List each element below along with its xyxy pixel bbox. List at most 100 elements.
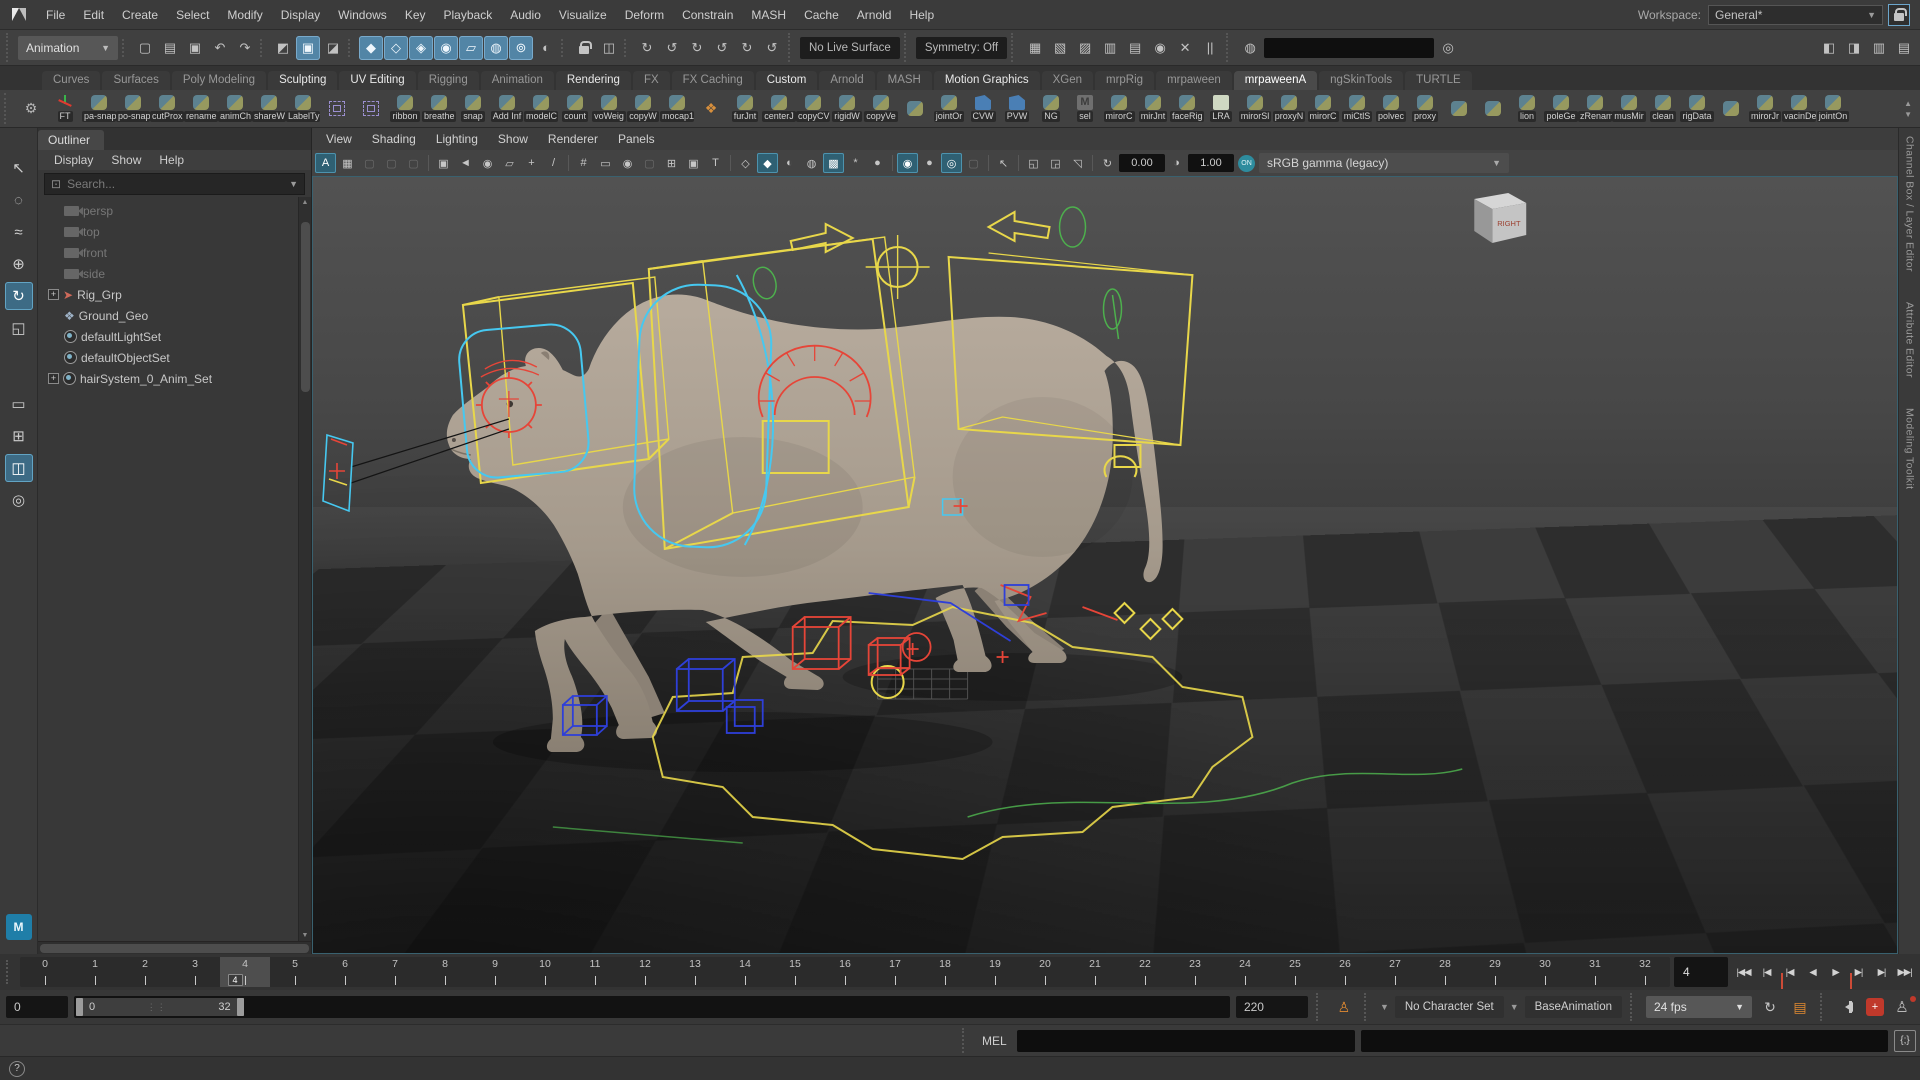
shelf-item-mirorJr[interactable]: mirorJr [1748,95,1782,122]
outliner-vertical-scrollbar[interactable]: ▲ ▼ [298,197,311,941]
camera-lock-icon[interactable]: ◉ [477,153,498,173]
animation-start-field[interactable]: 0 [6,996,68,1018]
menu-set-dropdown[interactable]: Animation▼ [18,36,118,60]
render-settings-icon[interactable]: ▥ [1098,36,1122,60]
camera-attributes-icon[interactable]: ▣ [433,153,454,173]
shelf-tab-mrpaween[interactable]: mrpaween [1156,71,1232,90]
step-forward-key-button[interactable]: ▶| [1870,967,1893,978]
shelf-tab-surfaces[interactable]: Surfaces [102,71,169,90]
film-gate-icon[interactable]: ▭ [595,153,616,173]
shelf-tab-xgen[interactable]: XGen [1042,71,1093,90]
shelf-tab-mrprig[interactable]: mrpRig [1095,71,1154,90]
auto-keyframe-toggle[interactable]: + [1866,998,1884,1016]
timeline-frame-27[interactable]: 27 [1370,957,1420,987]
scale-tool-icon[interactable]: ◱ [5,314,33,342]
select-tool-icon[interactable]: ↖ [5,154,33,182]
shelf-tab-ngskintools[interactable]: ngSkinTools [1319,71,1403,90]
cycle-check-icon[interactable]: ↺ [760,36,784,60]
menu-windows[interactable]: Windows [329,5,396,25]
group-drag-handle[interactable] [1226,33,1234,62]
save-scene-icon[interactable]: ▣ [183,36,207,60]
timeline-frame-32[interactable]: 32 [1620,957,1670,987]
spin-icon[interactable]: ◎ [1436,36,1460,60]
isolate-select-icon[interactable]: ↖ [993,153,1014,173]
maya-m-icon[interactable]: M [6,914,32,940]
outliner-item-side[interactable]: side [38,263,298,284]
outliner-item-front[interactable]: front [38,242,298,263]
shelf-tab-sculpting[interactable]: Sculpting [268,71,337,90]
view-cube[interactable]: RIGHT [1474,193,1526,243]
go-to-end-button[interactable]: ▶▶| [1893,967,1916,978]
timeline-frame-28[interactable]: 28 [1420,957,1470,987]
chevron-down-icon[interactable]: ▼ [1510,1002,1519,1012]
shelf-drag-handle[interactable] [4,93,12,124]
shelf-item-rigData[interactable]: rigData [1680,95,1714,122]
shelf-tab-fx-caching[interactable]: FX Caching [672,71,754,90]
menu-deform[interactable]: Deform [616,5,673,25]
snap-curve-icon[interactable]: ◇ [384,36,408,60]
tool-settings-toggle-icon[interactable]: ◨ [1842,36,1866,60]
menu-modify[interactable]: Modify [218,5,271,25]
timeline-frame-16[interactable]: 16 [820,957,870,987]
play-backwards-button[interactable]: ◀ [1801,967,1824,978]
shelf-item-lion[interactable]: lion [1510,95,1544,122]
menu-select[interactable]: Select [167,5,218,25]
shelf-item-modelC[interactable]: modelC [524,95,558,122]
shelf-tab-mrpaweena[interactable]: mrpaweenA [1234,71,1317,90]
menu-mash[interactable]: MASH [742,5,795,25]
snap-grid-icon[interactable]: ◆ [359,36,383,60]
outliner-item-top[interactable]: top [38,221,298,242]
workspace-dropdown[interactable]: General*▼ [1708,5,1883,25]
timeline-frame-2[interactable]: 2 [120,957,170,987]
shelf-scroll[interactable]: ▲▼ [1898,99,1918,119]
range-slider[interactable]: 0 ⋮⋮ 32 [74,996,1230,1018]
timeline-frame-6[interactable]: 6 [320,957,370,987]
timeline-frame-29[interactable]: 29 [1470,957,1520,987]
grid-toggle-icon[interactable]: # [573,153,594,173]
timeline-frame-13[interactable]: 13 [670,957,720,987]
screen-ao-icon[interactable]: ◉ [897,153,918,173]
greasepencil-icon[interactable]: / [543,153,564,173]
timeline-frame-0[interactable]: 0 [20,957,70,987]
shelf-tab-arnold[interactable]: Arnold [819,71,874,90]
shelf-item-po-snap[interactable]: po-snap [116,95,150,122]
command-language-toggle[interactable]: MEL [978,1034,1011,1048]
snap-point-icon[interactable]: ◈ [409,36,433,60]
loop-toggle-icon[interactable]: ↻ [1758,996,1782,1018]
timeline-frame-23[interactable]: 23 [1170,957,1220,987]
timeline-frame-4[interactable]: 44 [220,957,270,987]
current-frame-field[interactable]: 4 [1674,957,1728,987]
timeline-frame-24[interactable]: 24 [1220,957,1270,987]
open-scene-icon[interactable]: ▤ [158,36,182,60]
playback-range[interactable]: 0 ⋮⋮ 32 [76,998,244,1016]
menu-cache[interactable]: Cache [795,5,848,25]
field-chart-icon[interactable]: ⊞ [661,153,682,173]
evaluate-icon[interactable]: ↻ [735,36,759,60]
menu-key[interactable]: Key [396,5,435,25]
shelf-tab-mash[interactable]: MASH [877,71,932,90]
outliner-item-ground_geo[interactable]: ❖Ground_Geo [38,305,298,326]
snap-release-icon[interactable]: ◐ [534,36,558,60]
shelf-item-python-script[interactable] [1714,101,1748,116]
make-live-icon[interactable]: ◍ [484,36,508,60]
select-object-icon[interactable]: ▣ [296,36,320,60]
select-component-icon[interactable]: ◪ [321,36,345,60]
shelf-item-count[interactable]: count [558,95,592,122]
snap-together-icon[interactable]: ⊚ [509,36,533,60]
shelf-item-PVW[interactable]: PVW [1000,95,1034,122]
timeline-frame-12[interactable]: 12 [620,957,670,987]
timeline-frame-31[interactable]: 31 [1570,957,1620,987]
outliner-menu-display[interactable]: Display [46,152,101,168]
shelf-tab-motion-graphics[interactable]: Motion Graphics [934,71,1040,90]
viewport-menu-panels[interactable]: Panels [608,130,665,148]
select-by-name-icon[interactable]: A [315,153,336,173]
shelf-item-cutProx[interactable]: cutProx [150,95,184,122]
new-scene-icon[interactable]: ▢ [133,36,157,60]
shelf-item-python-script[interactable] [1442,101,1476,116]
outliner-toggle-icon[interactable]: ▤ [1892,36,1916,60]
viewport-menu-renderer[interactable]: Renderer [538,130,608,148]
range-start-handle[interactable] [76,998,83,1016]
lock-selection-icon[interactable] [572,36,596,60]
attribute-editor-toggle-icon[interactable]: ◧ [1817,36,1841,60]
scroll-down-icon[interactable]: ▼ [302,930,309,941]
